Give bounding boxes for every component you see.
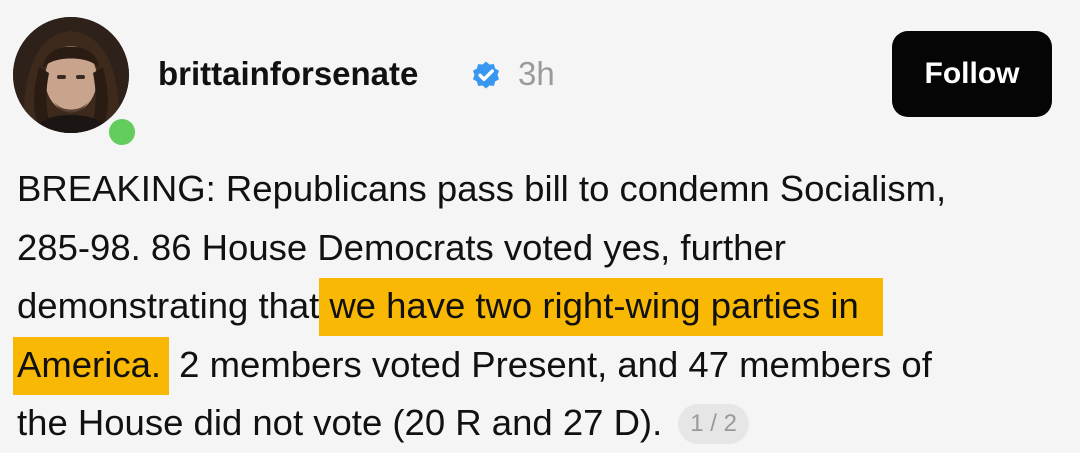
page-indicator[interactable]: 1 / 2 (678, 404, 749, 444)
post-text-line: 285-98. 86 House Democrats voted yes, fu… (17, 226, 786, 268)
post-text-line: the House did not vote (20 R and 27 D). 1… (17, 394, 1072, 453)
follow-button[interactable]: Follow (892, 31, 1052, 117)
profile-photo-icon (13, 17, 129, 133)
highlighted-text: America. (13, 336, 170, 395)
post-body: BREAKING: Republicans pass bill to conde… (13, 160, 1072, 453)
avatar-image (13, 17, 129, 133)
verified-badge-icon (472, 61, 500, 89)
post-text-segment: 2 members voted Present, and 47 members … (179, 343, 932, 385)
highlighted-text: we have two right-wing parties in (319, 278, 883, 336)
post-text-line: America. 2 members voted Present, and 47… (13, 336, 1072, 395)
online-status-dot (104, 114, 140, 150)
post-text-line: demonstrating that we have two right-wing… (17, 277, 1072, 336)
post-text-line: BREAKING: Republicans pass bill to conde… (17, 168, 947, 209)
post-text-segment: the House did not vote (20 R and 27 D). (17, 402, 663, 443)
avatar[interactable] (13, 17, 140, 150)
post-timestamp: 3h (518, 55, 555, 92)
author-username[interactable]: brittainforsenate (158, 52, 418, 96)
post-card: brittainforsenate 3h Follow BREAKING: Re… (0, 0, 1080, 450)
post-text-segment: demonstrating that (17, 285, 320, 326)
